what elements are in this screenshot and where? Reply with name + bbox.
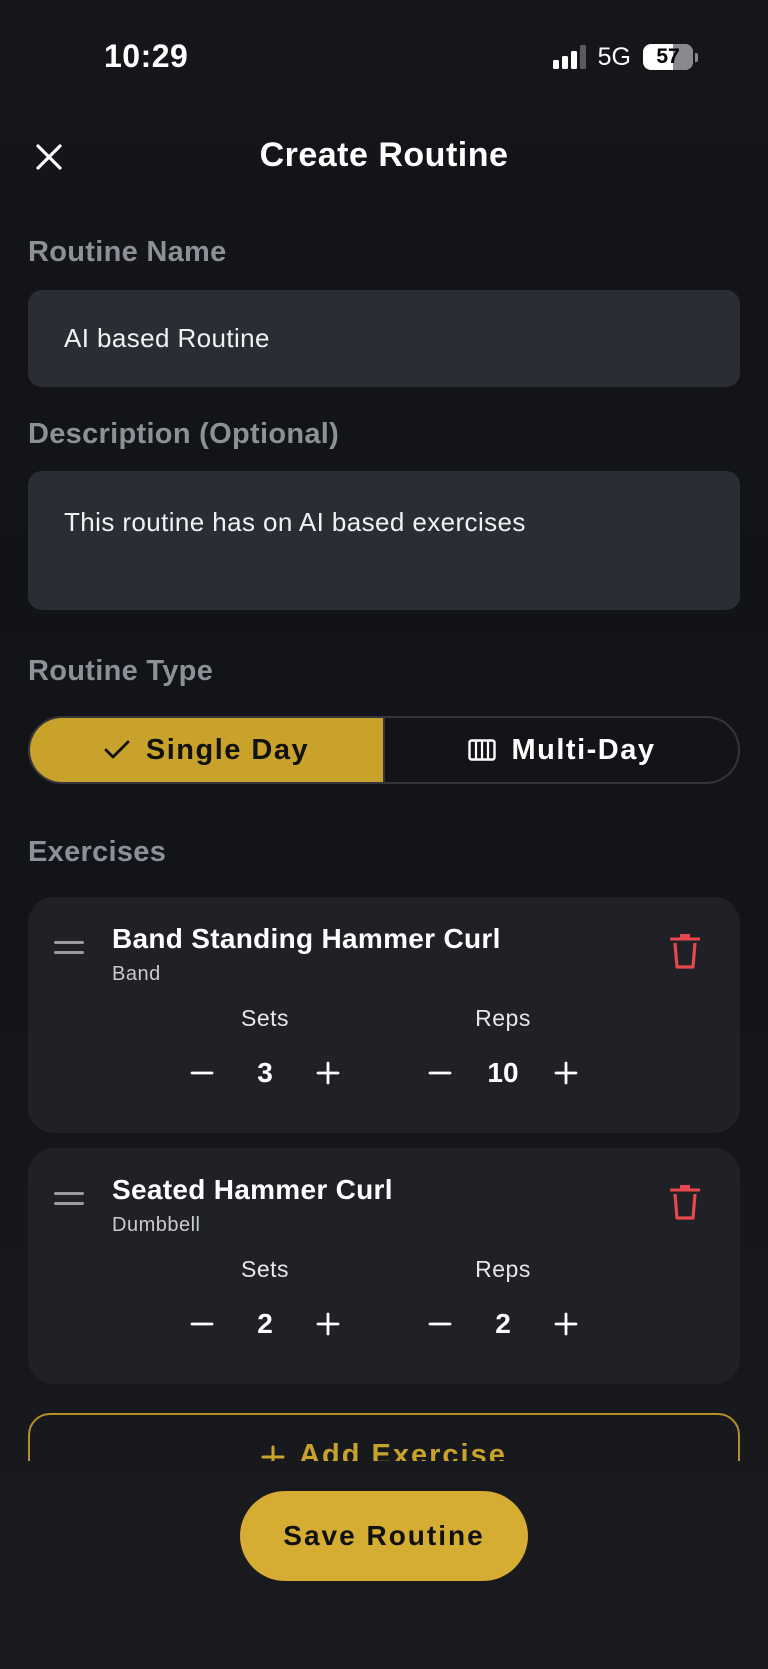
check-icon [104,740,130,759]
add-exercise-button[interactable]: Add Exercise [28,1413,740,1461]
battery-icon: 57 [643,44,698,70]
save-routine-button[interactable]: Save Routine [240,1491,528,1581]
plus-icon [261,1445,285,1461]
routine-type-toggle: Single Day Multi-Day [28,716,740,784]
sets-decrement-button[interactable] [184,1306,220,1342]
delete-exercise-button[interactable] [669,1184,701,1220]
page-title: Create Routine [259,136,509,174]
exercises-label: Exercises [28,836,167,868]
signal-icon [552,45,586,69]
plus-icon [554,1312,578,1336]
single-day-label: Single Day [145,733,310,766]
exercise-card: Band Standing Hammer Curl Band Sets Reps… [28,897,740,1133]
sets-value: 3 [257,1057,273,1088]
battery-level: 57 [656,45,680,68]
reps-value: 2 [495,1308,511,1339]
calendar-columns-icon [467,739,496,761]
description-input[interactable]: This routine has on AI based exercises [28,471,740,610]
multi-day-option[interactable]: Multi-Day [385,718,738,782]
status-time: 10:29 [104,38,189,74]
trash-icon [669,1185,701,1220]
add-exercise-clip: Add Exercise [28,1413,740,1461]
minus-icon [428,1322,452,1326]
exercise-name: Band Standing Hammer Curl [112,923,501,954]
save-routine-label: Save Routine [283,1520,485,1551]
reps-increment-button[interactable] [548,1055,584,1091]
reps-increment-button[interactable] [548,1306,584,1342]
sets-label: Sets [240,1005,290,1031]
sets-increment-button[interactable] [310,1055,346,1091]
multi-day-label: Multi-Day [511,733,656,766]
plus-icon [316,1312,340,1336]
reps-label: Reps [475,1256,531,1282]
exercise-equipment: Band [112,963,161,985]
plus-icon [554,1061,578,1085]
plus-icon [316,1061,340,1085]
routine-name-input[interactable]: AI based Routine [28,290,740,387]
exercise-equipment: Dumbbell [112,1214,201,1236]
trash-icon [669,934,701,969]
sets-value: 2 [257,1308,273,1339]
exercise-name: Seated Hammer Curl [112,1174,393,1205]
add-exercise-label: Add Exercise [299,1439,507,1461]
routine-name-label: Routine Name [28,236,227,268]
drag-handle-icon[interactable] [54,941,84,957]
minus-icon [190,1322,214,1326]
reps-value: 10 [487,1057,519,1088]
reps-label: Reps [475,1005,531,1031]
description-label: Description (Optional) [28,418,340,450]
minus-icon [190,1071,214,1075]
drag-handle-icon[interactable] [54,1192,84,1208]
routine-type-label: Routine Type [28,655,214,687]
sets-decrement-button[interactable] [184,1055,220,1091]
minus-icon [428,1071,452,1075]
routine-name-value: AI based Routine [64,323,270,353]
description-value: This routine has on AI based exercises [64,507,526,537]
reps-decrement-button[interactable] [422,1055,458,1091]
delete-exercise-button[interactable] [669,933,701,969]
reps-decrement-button[interactable] [422,1306,458,1342]
status-indicators: 5G 57 [552,42,698,72]
exercise-card: Seated Hammer Curl Dumbbell Sets Reps 2 … [28,1148,740,1384]
create-routine-screen: 10:29 5G 57 Create Routine Routine Name … [0,0,768,1669]
sets-label: Sets [240,1256,290,1282]
sets-increment-button[interactable] [310,1306,346,1342]
single-day-option[interactable]: Single Day [30,718,385,782]
network-label: 5G [597,42,631,71]
